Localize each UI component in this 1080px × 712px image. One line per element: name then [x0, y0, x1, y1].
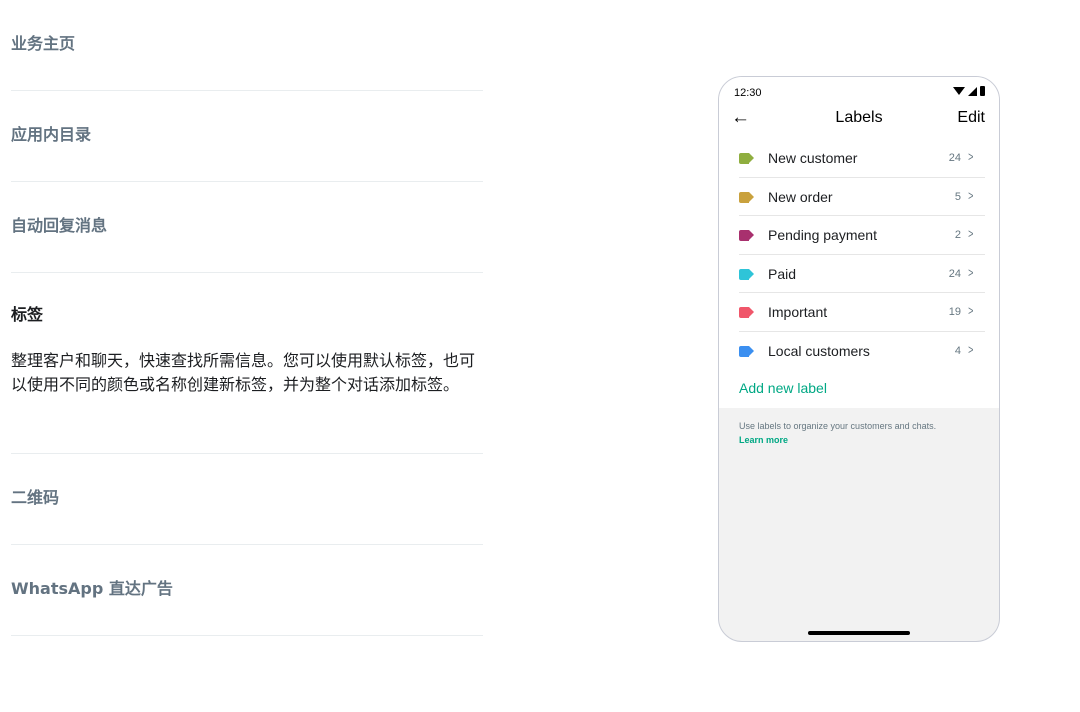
label-count: 4 [954, 344, 961, 357]
label-name: Local customers [768, 342, 870, 359]
tag-icon [739, 191, 754, 203]
label-list: New customer 24 > New order 5 > Pending paymen… [719, 139, 999, 370]
label-row[interactable]: Pending payment 2 > [739, 216, 985, 255]
chevron-right-icon: > [968, 303, 974, 318]
tag-icon [739, 268, 754, 280]
label-name: New customer [768, 150, 858, 166]
accordion-item-click-to-whatsapp-ads[interactable]: WhatsApp 直达广告 [11, 545, 483, 636]
home-indicator [808, 631, 910, 635]
tag-icon [739, 307, 754, 318]
tag-icon [739, 153, 754, 164]
chevron-right-icon: > [968, 226, 974, 241]
accordion-body: 整理客户和聊天，快速查找所需信息。您可以使用默认标签，也可以使用不同的颜色或名称… [11, 351, 476, 394]
accordion-item-labels[interactable]: 标签 整理客户和聊天，快速查找所需信息。您可以使用默认标签，也可以使用不同的颜色… [11, 273, 483, 454]
app-bar: ← Labels Edit [719, 99, 999, 139]
signal-icon [968, 86, 977, 96]
phone-mockup: 12:30 ← Labels Edit New customer 24 > New o… [718, 76, 1000, 642]
accordion-title[interactable]: 自动回复消息 [11, 182, 483, 272]
accordion-item-auto-reply[interactable]: 自动回复消息 [11, 182, 483, 273]
label-row[interactable]: Paid 24 > [739, 255, 985, 293]
accordion-title[interactable]: 应用内目录 [11, 91, 483, 181]
label-count: 5 [954, 190, 961, 203]
feature-accordion: 业务主页 应用内目录 自动回复消息 标签 整理客户和聊天，快速查找所需信息。您可… [11, 0, 483, 636]
chevron-right-icon: > [968, 264, 974, 280]
label-row[interactable]: New order 5 > [739, 178, 985, 216]
label-name: New order [768, 188, 833, 205]
accordion-title[interactable]: 二维码 [11, 454, 483, 544]
label-count: 24 [948, 267, 961, 280]
status-time: 12:30 [734, 87, 762, 99]
accordion-item-business-profile[interactable]: 业务主页 [11, 0, 483, 91]
edit-button[interactable]: Edit [957, 109, 985, 127]
accordion-title[interactable]: 业务主页 [11, 0, 483, 90]
tag-icon [739, 230, 754, 241]
accordion-title[interactable]: 标签 [11, 273, 483, 325]
accordion-item-catalog[interactable]: 应用内目录 [11, 91, 483, 182]
status-icons [953, 86, 985, 96]
chevron-right-icon: > [968, 149, 974, 164]
label-name: Pending payment [768, 227, 877, 243]
tag-icon [739, 345, 754, 357]
label-name: Paid [768, 265, 797, 282]
chevron-right-icon: > [968, 341, 974, 357]
wifi-icon [953, 87, 965, 95]
label-row[interactable]: New customer 24 > [739, 139, 985, 178]
label-row[interactable]: Local customers 4 > [739, 332, 985, 371]
label-count: 2 [954, 229, 961, 241]
chevron-right-icon: > [968, 187, 974, 203]
label-row[interactable]: Important 19 > [739, 293, 985, 332]
accordion-title[interactable]: WhatsApp 直达广告 [11, 545, 483, 635]
labels-hint: Use labels to organize your customers an… [739, 421, 937, 431]
label-name: Important [768, 304, 828, 320]
learn-more-link[interactable]: Learn more [739, 435, 788, 445]
label-count: 19 [948, 306, 961, 318]
add-new-label-button[interactable]: Add new label [739, 380, 827, 396]
battery-icon [980, 86, 985, 96]
label-count: 24 [948, 152, 961, 164]
accordion-item-qr-code[interactable]: 二维码 [11, 454, 483, 545]
